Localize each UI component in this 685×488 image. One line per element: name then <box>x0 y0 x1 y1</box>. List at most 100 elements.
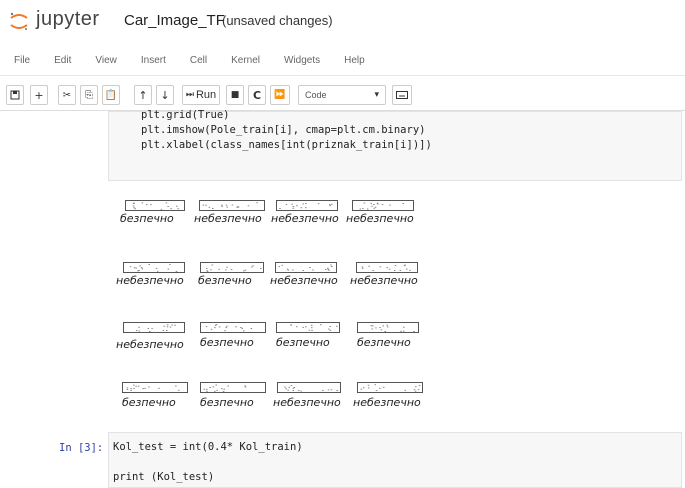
move-up-button[interactable]: ↑ <box>134 85 152 105</box>
image-label: небезпечно <box>273 396 341 409</box>
car-image-thumbnail <box>352 200 414 211</box>
output-image: небезпечно <box>270 262 354 288</box>
save-button[interactable] <box>6 85 24 105</box>
output-image: безпечно <box>357 322 441 349</box>
car-image-thumbnail <box>122 382 188 393</box>
image-label: небезпечно <box>353 396 421 409</box>
move-down-button[interactable]: ↓ <box>156 85 174 105</box>
output-image: небезпечно <box>116 262 200 288</box>
output-image: безпечно <box>120 200 204 226</box>
image-label: небезпечно <box>346 212 414 225</box>
copy-icon: ⎘ <box>85 89 93 101</box>
paste-icon: 📋 <box>104 89 118 101</box>
output-image: небезпечно <box>350 262 434 288</box>
notebook-name[interactable]: Car_Image_TF <box>124 12 225 29</box>
image-label: небезпечно <box>116 274 184 287</box>
run-label: Run <box>195 89 217 101</box>
save-status: (unsaved changes) <box>222 13 333 28</box>
thumbnail-pixels <box>290 324 338 331</box>
command-palette-button[interactable] <box>392 85 412 105</box>
code-line: print (Kol_test) <box>113 471 215 483</box>
output-image: безпечно <box>276 322 360 349</box>
image-label: безпечно <box>122 396 176 409</box>
save-icon <box>10 90 20 100</box>
car-image-thumbnail <box>199 200 265 211</box>
insert-cell-button[interactable]: + <box>30 85 48 105</box>
car-image-thumbnail <box>123 262 185 273</box>
toolbar: + ✂ ⎘ 📋 ↑ ↓ ⏭ Run ■ C ⏩ Code ▾ <box>0 82 685 111</box>
run-button[interactable]: ⏭ Run <box>182 85 220 105</box>
car-image-thumbnail <box>123 322 185 333</box>
thumbnail-pixels <box>203 384 247 392</box>
copy-button[interactable]: ⎘ <box>80 85 98 105</box>
output-image: небезпечно <box>273 382 357 409</box>
menu-insert[interactable]: Insert <box>141 55 166 66</box>
menu-file[interactable]: File <box>14 55 30 66</box>
jupyter-brand[interactable]: jupyter <box>36 8 100 31</box>
thumbnail-pixels <box>279 203 333 210</box>
thumbnail-pixels <box>278 264 333 271</box>
thumbnail-pixels <box>284 385 338 392</box>
car-image-thumbnail <box>200 382 266 393</box>
paste-button[interactable]: 📋 <box>102 85 120 105</box>
thumbnail-pixels <box>132 202 179 210</box>
code-cell[interactable]: plt.grid(True) plt.imshow(Pole_train[i],… <box>108 109 682 181</box>
image-label: безпечно <box>120 212 174 225</box>
image-label: безпечно <box>200 336 254 349</box>
restart-button[interactable]: C <box>248 85 266 105</box>
cell-type-select[interactable]: Code ▾ <box>298 85 386 105</box>
step-forward-icon: ⏭ <box>185 90 194 100</box>
menu-bar: File Edit View Insert Cell Kernel Widget… <box>0 47 685 76</box>
input-prompt: In [3]: <box>59 442 104 454</box>
output-image: небезпечно <box>346 200 430 226</box>
car-image-thumbnail <box>277 382 341 393</box>
output-image: безпечно <box>122 382 206 409</box>
thumbnail-pixels <box>126 384 180 391</box>
output-image: безпечно <box>200 322 284 349</box>
thumbnail-pixels <box>370 324 415 332</box>
cut-icon: ✂ <box>62 89 72 101</box>
output-image: безпечно <box>200 382 284 409</box>
code-cell-3[interactable]: Kol_test = int(0.4* Kol_train) print (Ko… <box>108 432 682 488</box>
code-line: plt.xlabel(class_names[int(priznak_train… <box>141 139 432 151</box>
image-label: безпечно <box>357 336 411 349</box>
car-image-thumbnail <box>275 262 337 273</box>
code-line: plt.imshow(Pole_train[i], cmap=plt.cm.bi… <box>141 124 426 136</box>
car-image-thumbnail <box>200 322 266 333</box>
cut-button[interactable]: ✂ <box>58 85 76 105</box>
jupyter-logo-icon <box>10 12 28 30</box>
output-image: небезпечно <box>353 382 437 409</box>
thumbnail-pixels <box>202 202 258 209</box>
interrupt-button[interactable]: ■ <box>226 85 244 105</box>
menu-help[interactable]: Help <box>344 55 365 66</box>
fast-forward-icon: ⏩ <box>274 90 286 100</box>
image-label: небезпечно <box>271 212 339 225</box>
restart-run-all-button[interactable]: ⏩ <box>270 85 290 105</box>
menu-edit[interactable]: Edit <box>54 55 71 66</box>
notebook-header: jupyter Car_Image_TF (unsaved changes) <box>0 0 685 44</box>
thumbnail-pixels <box>205 324 253 332</box>
menu-view[interactable]: View <box>95 55 117 66</box>
arrow-down-icon: ↓ <box>160 88 170 102</box>
stop-icon: ■ <box>230 90 240 100</box>
arrow-up-icon: ↑ <box>138 88 148 102</box>
car-image-thumbnail <box>276 200 338 211</box>
thumbnail-pixels <box>129 264 178 272</box>
code-line: plt.grid(True) <box>141 109 230 121</box>
car-image-thumbnail <box>357 322 419 333</box>
image-label: безпечно <box>276 336 330 349</box>
output-image: небезпечно <box>271 200 355 226</box>
menu-widgets[interactable]: Widgets <box>284 55 320 66</box>
chevron-down-icon: ▾ <box>374 89 379 99</box>
car-image-thumbnail <box>356 262 418 273</box>
menu-cell[interactable]: Cell <box>190 55 207 66</box>
thumbnail-pixels <box>361 264 411 271</box>
car-image-thumbnail <box>357 382 423 393</box>
menu-kernel[interactable]: Kernel <box>231 55 260 66</box>
code-line: Kol_test = int(0.4* Kol_train) <box>113 441 303 453</box>
image-label: безпечно <box>198 274 252 287</box>
thumbnail-pixels <box>359 202 405 210</box>
plus-icon: + <box>34 88 44 102</box>
car-image-thumbnail <box>125 200 185 211</box>
keyboard-icon <box>396 91 408 99</box>
